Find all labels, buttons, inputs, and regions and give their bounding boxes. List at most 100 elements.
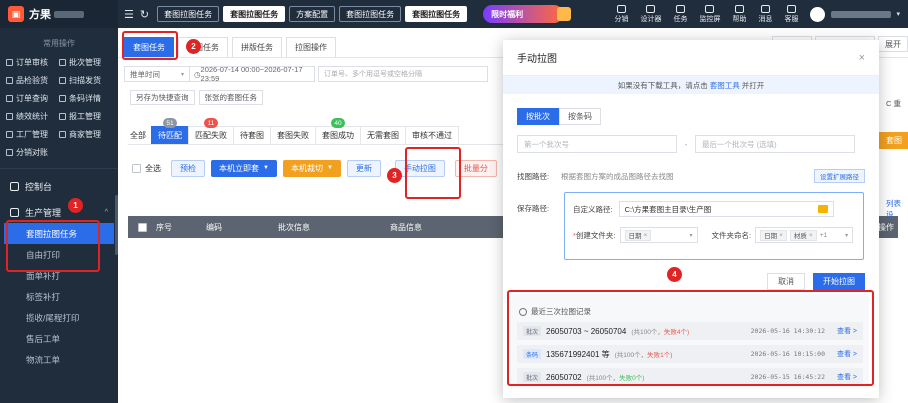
tool-messages[interactable]: 消息 (758, 4, 772, 24)
sidebar-item-production[interactable]: 生产管理 ^ (0, 201, 118, 223)
tag-date: 日期 × (760, 229, 787, 241)
status-tab-layout-success[interactable]: 40 套图成功 (315, 118, 361, 144)
sidebar-sub-waybill-reprint[interactable]: 面单补打 (0, 265, 118, 286)
subtab-pull-op[interactable]: 拉图操作 (286, 37, 336, 57)
status-tab-rejected[interactable]: 审核不通过 (405, 126, 459, 144)
tag-remove-icon[interactable]: × (809, 232, 813, 239)
create-folder-select[interactable]: 日期 × ▾ (619, 227, 698, 243)
quick-item-distribution[interactable]: 分销对账 (6, 147, 59, 158)
dialog-title: 手动拉图 × (503, 40, 879, 76)
tag-remove-icon[interactable]: × (644, 232, 648, 239)
top-tab-4[interactable]: 套图拉图任务 (339, 6, 402, 22)
sidebar-sub-pull-task[interactable]: 套图拉图任务 (4, 223, 114, 244)
top-tab-2[interactable]: 套图拉图任务 (223, 6, 286, 22)
subtab-task[interactable]: 套图任务 (124, 37, 174, 57)
menu-icon[interactable]: ☰ (124, 8, 134, 21)
tool-help[interactable]: 帮助 (732, 4, 746, 24)
chevron-down-icon[interactable]: ▾ (896, 10, 900, 18)
gift-icon (557, 7, 572, 21)
quick-item-merchant[interactable]: 商家管理 (59, 129, 112, 140)
ext-path-button[interactable]: 设置扩展路径 (814, 169, 865, 183)
expand-button[interactable]: 展开 (878, 36, 908, 52)
record-row: 条码 135671992401 等 (共100个，失败1个) 2026-05-1… (517, 345, 863, 363)
tool-monitor[interactable]: 监控屏 (699, 4, 720, 24)
avatar[interactable] (810, 6, 826, 22)
tool-distribution[interactable]: 分销 (614, 4, 628, 24)
record-view-link[interactable]: 查看 > (837, 372, 857, 382)
batch-range: 第一个批次号 - 最后一个批次号 (选填) (517, 135, 879, 153)
batch-split-button[interactable]: 批量分 (454, 159, 497, 177)
close-icon[interactable]: × (859, 52, 865, 64)
sidebar: ▣ 方果 常用操作 订单审核 批次管理 品检验货 扫描发货 订单查询 条码详情 … (0, 0, 118, 403)
tool-link[interactable]: 套图工具 (710, 80, 740, 91)
local-cut-button[interactable]: 本机裁切 ▼ (282, 159, 341, 177)
precheck-button[interactable]: 预检 (171, 159, 205, 177)
mode-by-barcode[interactable]: 按条码 (559, 108, 601, 125)
save-quick-query-button[interactable]: 另存为快捷查询 (130, 90, 195, 105)
folder-icon[interactable] (817, 205, 828, 213)
top-tab-3[interactable]: 方案配置 (289, 6, 336, 22)
date-range-picker[interactable]: ◷ 2026-07-14 00:00~2026-07-17 23:59 (190, 65, 315, 83)
cancel-button[interactable]: 取消 (767, 273, 805, 290)
quick-item-work-report[interactable]: 报工管理 (59, 111, 112, 122)
save-path-box: 自定义路径: C:\方果套图主目录\生产图 * 创建文件夹: 日期 × ▾ 文件夹… (564, 192, 864, 260)
record-view-link[interactable]: 查看 > (837, 326, 857, 336)
promo-banner[interactable]: 限时福利 (483, 5, 564, 23)
header-checkbox[interactable] (138, 222, 147, 232)
quick-item-performance[interactable]: 绩效统计 (6, 111, 59, 122)
status-tab-pending-layout[interactable]: 待套图 (233, 126, 271, 144)
tool-support[interactable]: 客服 (784, 4, 798, 24)
tool-designer[interactable]: 设计器 (640, 4, 661, 24)
sidebar-item-console[interactable]: 控制台 (0, 175, 118, 197)
subtab-imposition[interactable]: 拼版任务 (232, 37, 282, 57)
quick-item-quality-check[interactable]: 品检验货 (6, 75, 59, 86)
print-now-button[interactable]: 本机立即套 ▼ (211, 159, 277, 177)
record-view-link[interactable]: 查看 > (837, 349, 857, 359)
record-summary: (共100个，失败0个) (586, 375, 645, 382)
refresh-peek[interactable]: C 重 (886, 98, 901, 109)
status-tab-all[interactable]: 全部 (128, 126, 152, 144)
status-tab-match-failed[interactable]: 11 匹配失败 (188, 118, 234, 144)
refresh-icon[interactable]: ↻ (140, 8, 149, 21)
mode-by-batch[interactable]: 按批次 (517, 108, 559, 125)
saved-query-chip[interactable]: 张张的套图任务 (198, 90, 263, 105)
quick-item-scan-ship[interactable]: 扫描发货 (59, 75, 112, 86)
quick-item-batch-manage[interactable]: 批次管理 (59, 57, 112, 68)
sidebar-sub-aftersale[interactable]: 售后工单 (0, 328, 118, 349)
column-settings-peek[interactable]: 列表设 (886, 198, 908, 220)
quick-item-order-query[interactable]: 订单查询 (6, 93, 59, 104)
top-tab-1[interactable]: 套图拉图任务 (157, 6, 220, 22)
sidebar-sub-label-reprint[interactable]: 标签补打 (0, 286, 118, 307)
sidebar-sub-logistics[interactable]: 物流工单 (0, 349, 118, 370)
headset-icon (786, 4, 796, 13)
layout-peek-button[interactable]: 套图 (878, 132, 908, 149)
records-title: 最近三次拉图记录 (519, 306, 869, 317)
update-button[interactable]: 更新 (346, 159, 381, 177)
status-tab-pending-match[interactable]: 51 待匹配 (151, 118, 189, 144)
quick-ops-title: 常用操作 (43, 39, 75, 48)
time-type-select[interactable]: 推单时间 ▾ (124, 66, 190, 82)
start-pull-button[interactable]: 开始拉图 (813, 273, 865, 290)
tag-remove-icon[interactable]: × (779, 232, 783, 239)
sidebar-sub-free-print[interactable]: 自由打印 (0, 244, 118, 265)
sidebar-sub-pickup-print[interactable]: 揽收/尾程打印 (0, 307, 118, 328)
last-batch-input[interactable]: 最后一个批次号 (选填) (695, 135, 855, 153)
select-all-checkbox[interactable] (132, 163, 141, 173)
tool-notice: 如果没有下载工具，请点击 套图工具 并打开 (503, 76, 879, 94)
folder-name-select[interactable]: 日期 × 材质 × +1 ▾ (755, 227, 854, 243)
top-tab-5[interactable]: 套图拉图任务 (405, 6, 468, 22)
quick-item-order-review[interactable]: 订单审核 (6, 57, 59, 68)
status-tab-layout-failed[interactable]: 套图失败 (270, 126, 316, 144)
col-code: 编码 (206, 222, 222, 232)
chevron-down-icon: ▾ (180, 71, 184, 78)
quick-item-factory[interactable]: 工厂管理 (6, 129, 59, 140)
first-batch-input[interactable]: 第一个批次号 (517, 135, 677, 153)
custom-path-input[interactable]: C:\方果套图主目录\生产图 (618, 201, 834, 217)
tool-tasks[interactable]: 任务 (673, 4, 687, 24)
status-badge: 40 (331, 118, 345, 128)
quick-item-barcode-detail[interactable]: 条码详情 (59, 93, 112, 104)
col-actions: 操作 (878, 222, 894, 232)
status-tab-no-layout[interactable]: 无需套图 (360, 126, 406, 144)
order-number-input[interactable]: 订单号、多个用逗号或空格分隔 (318, 66, 488, 82)
manual-pull-button[interactable]: 手动拉图 (394, 159, 445, 177)
